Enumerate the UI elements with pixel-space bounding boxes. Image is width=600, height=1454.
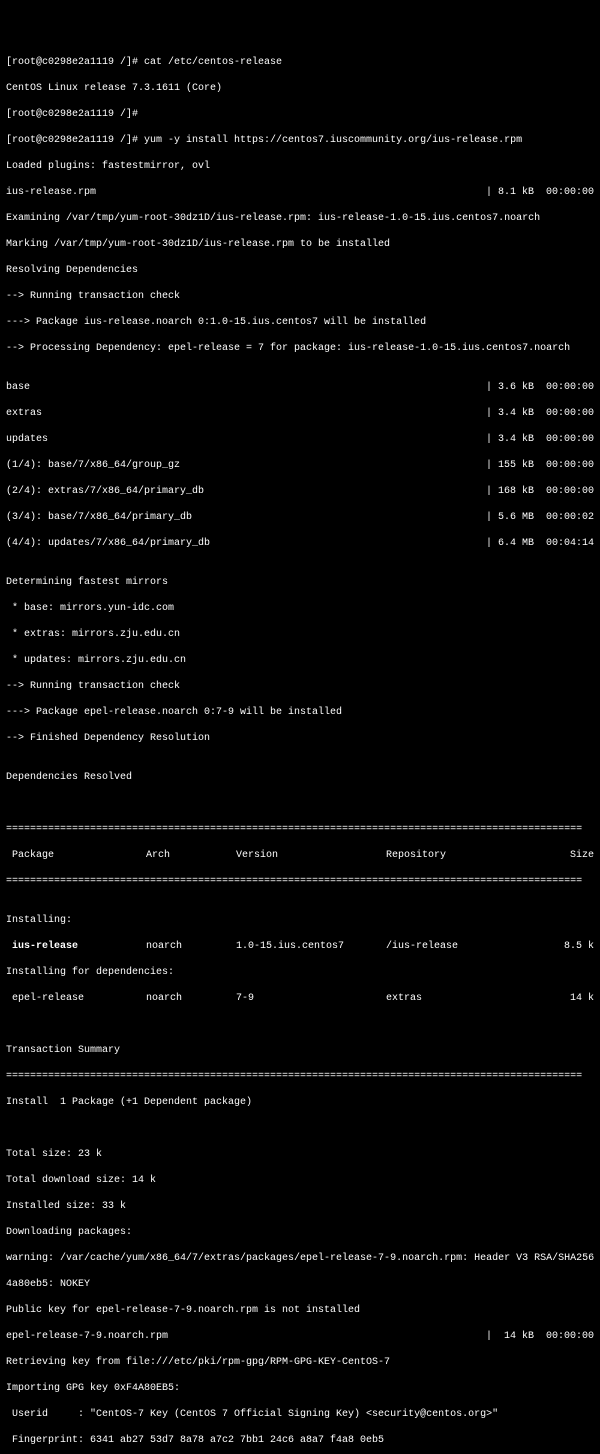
repo-file-size-time: | 6.4 MB 00:04:14 [486,537,594,550]
repo-file-2: (2/4): extras/7/x86_64/primary_db | 168 … [6,485,594,498]
terminal-output: { "lines": { "l1": "[root@c0298e2a1119 /… [0,0,600,1454]
installing-header: Installing: [6,914,594,927]
repo-file-name: (4/4): updates/7/x86_64/primary_db [6,537,210,550]
pkg-version: 1.0-15.ius.centos7 [236,940,386,953]
gpg-nokey: 4a80eb5: NOKEY [6,1278,594,1291]
mirror-base: * base: mirrors.yun-idc.com [6,602,594,615]
rule-top: ========================================… [6,823,594,836]
repo-size-time: | 3.6 kB 00:00:00 [486,381,594,394]
repo-file-1: (1/4): base/7/x86_64/group_gz | 155 kB 0… [6,459,594,472]
pkg-repo: extras [386,992,516,1005]
repo-file-size-time: | 168 kB 00:00:00 [486,485,594,498]
installing-deps-header: Installing for dependencies: [6,966,594,979]
importing-gpg: Importing GPG key 0xF4A80EB5: [6,1382,594,1395]
col-size: Size [516,849,594,862]
pkg-version: 7-9 [236,992,386,1005]
pkg-arch: noarch [146,992,236,1005]
install-count: Install 1 Package (+1 Dependent package) [6,1096,594,1109]
rule-bottom: ========================================… [6,1070,594,1083]
deps-resolved: Dependencies Resolved [6,771,594,784]
col-version: Version [236,849,386,862]
pkg-name: ius-release [6,940,146,953]
transaction-summary: Transaction Summary [6,1044,594,1057]
repo-file-size-time: | 155 kB 00:00:00 [486,459,594,472]
download-size-time: | 8.1 kB 00:00:00 [486,186,594,199]
fastest-mirrors: Determining fastest mirrors [6,576,594,589]
gpg-fingerprint: Fingerprint: 6341 ab27 53d7 8a78 a7c2 7b… [6,1434,594,1447]
download-ius-release: ius-release.rpm | 8.1 kB 00:00:00 [6,186,594,199]
repo-name: base [6,381,30,394]
pkg-ius-will-install: ---> Package ius-release.noarch 0:1.0-15… [6,316,594,329]
prompt-cat: [root@c0298e2a1119 /]# cat /etc/centos-r… [6,56,594,69]
download-name: epel-release-7-9.noarch.rpm [6,1330,168,1343]
pkg-repo: /ius-release [386,940,516,953]
finished-dep-resolution: --> Finished Dependency Resolution [6,732,594,745]
repo-extras: extras | 3.4 kB 00:00:00 [6,407,594,420]
blank [6,1122,594,1135]
repo-file-name: (1/4): base/7/x86_64/group_gz [6,459,180,472]
total-size: Total size: 23 k [6,1148,594,1161]
repo-base: base | 3.6 kB 00:00:00 [6,381,594,394]
repo-file-3: (3/4): base/7/x86_64/primary_db | 5.6 MB… [6,511,594,524]
pkg-arch: noarch [146,940,236,953]
pkg-size: 8.5 k [516,940,594,953]
table-header: Package Arch Version Repository Size [6,849,594,862]
repo-file-4: (4/4): updates/7/x86_64/primary_db | 6.4… [6,537,594,550]
pkg-name: epel-release [6,992,146,1005]
pubkey-not-installed: Public key for epel-release-7-9.noarch.r… [6,1304,594,1317]
retrieving-key: Retrieving key from file:///etc/pki/rpm-… [6,1356,594,1369]
download-size-time: | 14 kB 00:00:00 [486,1330,594,1343]
loaded-plugins: Loaded plugins: fastestmirror, ovl [6,160,594,173]
mirror-updates: * updates: mirrors.zju.edu.cn [6,654,594,667]
downloading-packages: Downloading packages: [6,1226,594,1239]
centos-release-output: CentOS Linux release 7.3.1611 (Core) [6,82,594,95]
prompt-yum-install: [root@c0298e2a1119 /]# yum -y install ht… [6,134,594,147]
col-arch: Arch [146,849,236,862]
repo-name: updates [6,433,48,446]
download-name: ius-release.rpm [6,186,96,199]
prompt-empty: [root@c0298e2a1119 /]# [6,108,594,121]
repo-updates: updates | 3.4 kB 00:00:00 [6,433,594,446]
gpg-warning: warning: /var/cache/yum/x86_64/7/extras/… [6,1252,594,1265]
examining-line: Examining /var/tmp/yum-root-30dz1D/ius-r… [6,212,594,225]
download-epel: epel-release-7-9.noarch.rpm | 14 kB 00:0… [6,1330,594,1343]
marking-line: Marking /var/tmp/yum-root-30dz1D/ius-rel… [6,238,594,251]
repo-size-time: | 3.4 kB 00:00:00 [486,433,594,446]
pkg-epel-will-install: ---> Package epel-release.noarch 0:7-9 w… [6,706,594,719]
installed-size: Installed size: 33 k [6,1200,594,1213]
pkg-size: 14 k [516,992,594,1005]
repo-file-name: (2/4): extras/7/x86_64/primary_db [6,485,204,498]
col-repository: Repository [386,849,516,862]
rule-mid: ========================================… [6,875,594,888]
trans-check-1: --> Running transaction check [6,290,594,303]
repo-file-size-time: | 5.6 MB 00:00:02 [486,511,594,524]
resolving-deps: Resolving Dependencies [6,264,594,277]
total-download-size: Total download size: 14 k [6,1174,594,1187]
trans-check-2: --> Running transaction check [6,680,594,693]
processing-dep: --> Processing Dependency: epel-release … [6,342,594,355]
table-row: epel-release noarch 7-9 extras 14 k [6,992,594,1005]
table-row: ius-release noarch 1.0-15.ius.centos7 /i… [6,940,594,953]
repo-file-name: (3/4): base/7/x86_64/primary_db [6,511,192,524]
blank [6,1018,594,1031]
col-package: Package [6,849,146,862]
mirror-extras: * extras: mirrors.zju.edu.cn [6,628,594,641]
repo-size-time: | 3.4 kB 00:00:00 [486,407,594,420]
gpg-userid: Userid : "CentOS-7 Key (CentOS 7 Officia… [6,1408,594,1421]
repo-name: extras [6,407,42,420]
